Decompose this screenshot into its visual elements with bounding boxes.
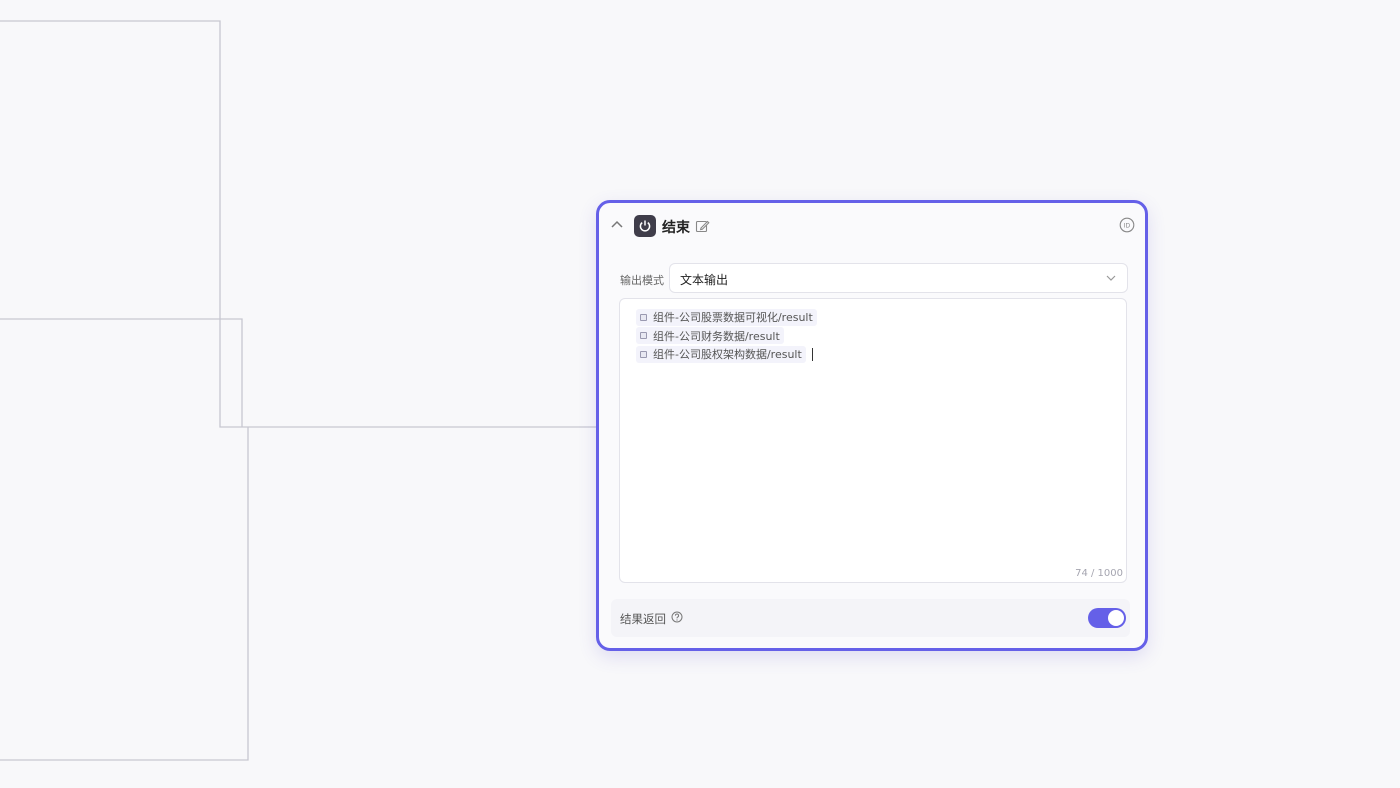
result-return-label: 结果返回 xyxy=(620,612,666,626)
result-return-row: 结果返回 xyxy=(611,599,1130,637)
toggle-knob xyxy=(1108,610,1124,626)
svg-text:ID: ID xyxy=(1124,223,1131,230)
result-return-toggle[interactable] xyxy=(1088,608,1126,628)
output-mode-label: 输出模式 xyxy=(620,274,664,287)
edge-3 xyxy=(0,427,249,761)
variable-text: 组件-公司股权架构数据/result xyxy=(653,348,802,362)
variable-text: 组件-公司财务数据/result xyxy=(653,329,780,343)
power-icon xyxy=(634,215,656,237)
variable-text: 组件-公司股票数据可视化/result xyxy=(653,311,813,325)
variable-tag[interactable]: 组件-公司财务数据/result xyxy=(636,327,784,345)
end-node[interactable]: 结束 ID 输出模式 文本输出 组件-公司股票数据可视化/result 组件-公… xyxy=(596,200,1148,651)
list-item: 组件-公司股权架构数据/result xyxy=(636,345,817,364)
list-item: 组件-公司财务数据/result xyxy=(636,327,817,346)
variable-icon xyxy=(640,350,647,358)
variable-icon xyxy=(640,313,647,321)
output-mode-select[interactable]: 文本输出 xyxy=(669,263,1128,293)
node-title: 结束 xyxy=(662,220,690,236)
variable-tag[interactable]: 组件-公司股票数据可视化/result xyxy=(636,308,817,326)
id-icon[interactable]: ID xyxy=(1119,217,1135,233)
chevron-up-icon[interactable] xyxy=(609,217,625,233)
edge-2 xyxy=(0,318,243,427)
output-text-editor[interactable]: 组件-公司股票数据可视化/result 组件-公司财务数据/result 组件-… xyxy=(619,298,1127,583)
node-header: 结束 ID xyxy=(599,203,1145,251)
edge-1 xyxy=(0,20,600,428)
chevron-down-icon xyxy=(1106,275,1116,281)
variable-list: 组件-公司股票数据可视化/result 组件-公司财务数据/result 组件-… xyxy=(636,308,817,364)
edit-icon[interactable] xyxy=(695,219,710,234)
variable-tag[interactable]: 组件-公司股权架构数据/result xyxy=(636,345,806,363)
char-count: 74 / 1000 xyxy=(1075,568,1123,579)
text-caret xyxy=(811,347,813,361)
variable-icon xyxy=(640,332,647,340)
list-item: 组件-公司股票数据可视化/result xyxy=(636,308,817,327)
help-icon[interactable] xyxy=(671,611,683,623)
output-mode-value: 文本输出 xyxy=(680,273,729,287)
